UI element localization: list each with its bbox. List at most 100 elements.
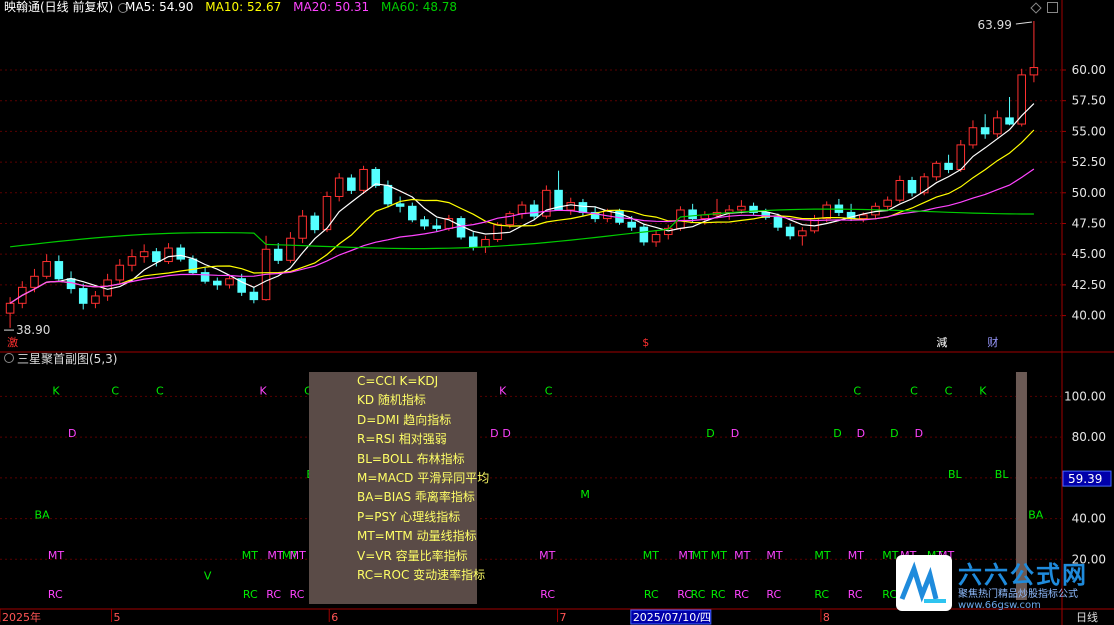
signal-label: MT (734, 549, 750, 562)
candle-body (30, 275, 39, 288)
candle-body (249, 291, 259, 301)
candle-body (529, 204, 539, 217)
signal-label: MT (48, 549, 64, 562)
signal-label: C (156, 384, 164, 397)
candle-body (432, 225, 441, 229)
indicator-legend-line: RC=ROC 变动速率指标 (357, 568, 486, 583)
candle-body (858, 214, 868, 220)
candle-body (688, 209, 697, 220)
signal-label: C (111, 384, 119, 397)
indicator-legend-line: KD 随机指标 (357, 393, 426, 408)
main-tick-label: 42.50 (1072, 278, 1106, 292)
signal-label: D (833, 427, 841, 440)
main-tick-label: 55.00 (1072, 124, 1106, 138)
candle-body (578, 202, 588, 213)
candle-body (383, 184, 393, 205)
indicator-legend-line: R=RSI 相对强弱 (357, 432, 447, 447)
candle-body (164, 247, 173, 263)
candle-body (139, 251, 149, 258)
indicator-legend-line: BL=BOLL 布林指标 (357, 451, 465, 466)
candle-body (993, 117, 1002, 135)
signal-label: MT (692, 549, 708, 562)
signal-label: D (706, 427, 714, 440)
candle-body (273, 248, 283, 261)
signal-label: C (853, 384, 861, 397)
candle-body (42, 261, 51, 277)
indicator-legend-line: M=MACD 平滑异同平均 (357, 471, 490, 486)
candle-body (968, 127, 978, 146)
candle-body (5, 302, 15, 314)
signal-label: K (260, 384, 268, 397)
candle-body (176, 247, 186, 260)
candle-body (932, 162, 941, 178)
signal-label: D (68, 427, 76, 440)
candle-body (213, 280, 222, 286)
signal-label: RC (691, 588, 706, 601)
signal-label: RC (734, 588, 749, 601)
main-tick-label: 60.00 (1072, 63, 1106, 77)
signal-label: RC (711, 588, 726, 601)
candle-body (286, 237, 295, 261)
candle-body (944, 162, 953, 170)
signal-label: BA (35, 509, 51, 522)
signal-label: D (915, 427, 923, 440)
signal-label: RC (644, 588, 659, 601)
candle-body (956, 144, 966, 170)
candle-body (980, 127, 990, 135)
main-tick-label: 45.00 (1072, 247, 1106, 261)
signal-label: RC (290, 588, 305, 601)
candle-body (895, 180, 905, 201)
candle-body (152, 251, 161, 263)
signal-label: MT (539, 549, 555, 562)
signal-label: K (499, 384, 507, 397)
signal-label: D (890, 427, 898, 440)
watermark-subtitle: 聚焦热门精品炒股指标公式 (958, 589, 1078, 600)
candle-body (785, 226, 795, 237)
signal-label: MT (814, 549, 830, 562)
signal-label: C (945, 384, 953, 397)
candle-body (456, 218, 466, 238)
candle-body (408, 205, 417, 221)
event-mark: 減 (936, 335, 947, 349)
x-tick-label: 6 (331, 611, 338, 624)
candle-body (1017, 74, 1026, 125)
indicator-legend-line: D=DMI 趋向指标 (357, 412, 452, 427)
signal-label: BA (1028, 509, 1044, 522)
candle-body (919, 176, 929, 194)
signal-label: MT (643, 549, 659, 562)
candle-body (54, 261, 64, 280)
candle-body (225, 278, 234, 286)
candle-body (517, 204, 527, 215)
high-marker-label: 63.99 (978, 18, 1012, 32)
candle-body (627, 221, 636, 228)
indicator-legend-line: P=PSY 心理线指标 (357, 509, 461, 524)
candle-body (395, 203, 405, 207)
signal-label: RC (848, 588, 863, 601)
candle-body (883, 199, 892, 207)
candle-body (493, 224, 502, 240)
candle-body (127, 256, 137, 266)
main-tick-label: 50.00 (1072, 186, 1106, 200)
x-axis-right-label: 日线 (1076, 610, 1098, 624)
candle-body (1029, 67, 1039, 76)
event-mark: $ (642, 336, 649, 349)
candle-body (359, 168, 368, 191)
candle-body (639, 226, 649, 243)
indicator-legend-line: MT=MTM 动量线指标 (357, 529, 477, 544)
sub-tick-label: 100.00 (1064, 389, 1106, 403)
candle-body (798, 230, 807, 237)
candle-body (310, 215, 320, 231)
high-marker-arrow (1015, 21, 1032, 25)
indicator-legend-line: BA=BIAS 乖离率指标 (357, 490, 475, 505)
signal-label: C (910, 384, 918, 397)
x-tick-label: 2025年 (2, 610, 41, 624)
signal-label: D (857, 427, 865, 440)
candle-body (907, 180, 917, 194)
signal-label: RC (766, 588, 781, 601)
signal-label: MT (848, 549, 864, 562)
signal-label: MT (766, 549, 782, 562)
x-tick-label: 7 (560, 611, 567, 624)
signal-label: RC (540, 588, 555, 601)
candle-body (871, 205, 880, 216)
x-tick-label: 5 (114, 611, 121, 624)
